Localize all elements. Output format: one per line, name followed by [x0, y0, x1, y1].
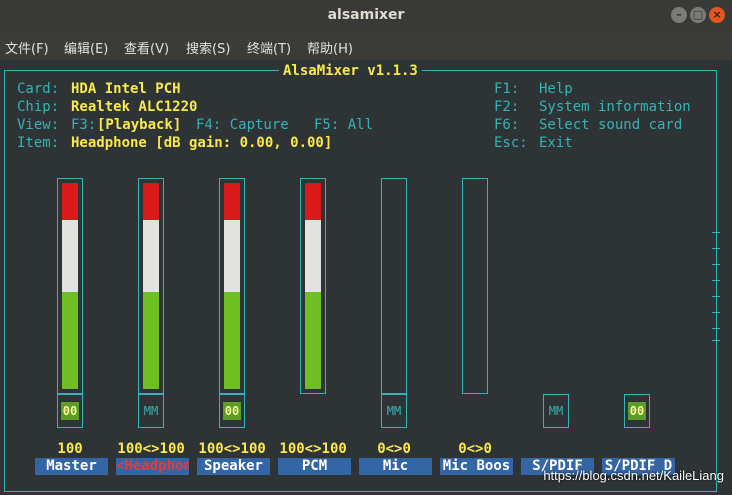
level-bar-peak — [143, 183, 159, 220]
item-label: Item: — [17, 135, 60, 151]
view-playback[interactable]: [Playback] — [97, 116, 181, 134]
help-key-f6: F6: — [494, 117, 520, 133]
level-bar-high — [224, 220, 240, 292]
channel-level-value: 100<>100 — [198, 441, 266, 457]
menu-search[interactable]: 搜索(S) — [186, 38, 230, 57]
level-bar-normal — [305, 292, 321, 389]
scroll-tick — [712, 328, 720, 329]
channel-level-value: 100 — [57, 441, 83, 457]
channel-name[interactable]: Speaker — [197, 458, 270, 475]
terminal-area[interactable]: AlsaMixer v1.1.3 Card: HDA Intel PCH Chi… — [0, 60, 732, 495]
level-bar-normal — [143, 292, 159, 389]
volume-slider[interactable] — [57, 178, 83, 394]
level-bar-normal — [62, 292, 78, 389]
scroll-tick — [712, 296, 720, 297]
mute-switch[interactable]: 00 — [57, 394, 83, 428]
mute-switch[interactable]: MM — [543, 394, 569, 428]
level-bar-high — [143, 220, 159, 292]
channel-name[interactable]: PCM — [278, 458, 351, 475]
help-text-f1: Help — [539, 81, 573, 97]
menu-edit[interactable]: 编辑(E) — [64, 38, 108, 57]
mixer-title: AlsaMixer v1.1.3 — [279, 62, 422, 80]
mute-switch[interactable]: 00 — [219, 394, 245, 428]
mute-switch-state: MM — [143, 404, 159, 418]
channel-level-value: 0<>0 — [377, 441, 411, 457]
mute-switch-state: 00 — [628, 402, 646, 420]
scroll-tick — [712, 312, 720, 313]
level-bar-high — [305, 220, 321, 292]
volume-slider[interactable] — [219, 178, 245, 394]
help-key-f1: F1: — [494, 81, 520, 97]
scroll-tick — [712, 248, 720, 249]
volume-slider[interactable] — [138, 178, 164, 394]
window-titlebar: alsamixer – □ × — [0, 0, 732, 32]
channel-name[interactable]: Mic Boos — [440, 458, 513, 475]
view-f3: F3: — [71, 117, 97, 133]
channel-name[interactable]: <Headphon> — [116, 458, 189, 475]
scroll-tick — [712, 280, 720, 281]
card-value: HDA Intel PCH — [71, 81, 181, 97]
volume-slider[interactable] — [462, 178, 488, 394]
volume-slider[interactable] — [300, 178, 326, 394]
volume-slider[interactable] — [381, 178, 407, 394]
menu-help[interactable]: 帮助(H) — [307, 38, 353, 57]
close-icon[interactable]: × — [709, 7, 725, 23]
channel-level-value: 100<>100 — [117, 441, 185, 457]
scroll-tick — [712, 340, 720, 341]
menu-file[interactable]: 文件(F) — [5, 38, 49, 57]
mute-switch-state: MM — [386, 404, 402, 418]
menu-view[interactable]: 查看(V) — [124, 38, 169, 57]
scroll-tick — [712, 264, 720, 265]
menu-bar: 文件(F) 编辑(E) 查看(V) 搜索(S) 终端(T) 帮助(H) — [0, 32, 732, 60]
help-text-f2: System information — [539, 99, 691, 115]
level-bar-normal — [224, 292, 240, 389]
help-text-f6: Select sound card — [539, 117, 683, 133]
mute-switch[interactable]: 00 — [624, 394, 650, 428]
chip-label: Chip: — [17, 99, 60, 115]
menu-terminal[interactable]: 终端(T) — [247, 38, 291, 57]
watermark: https://blog.csdn.net/KaileLiang — [543, 468, 724, 483]
help-key-esc: Esc: — [494, 135, 528, 151]
channel-level-value: 0<>0 — [458, 441, 492, 457]
mute-switch-state: 00 — [223, 402, 241, 420]
mute-switch-state: MM — [548, 404, 564, 418]
view-capture[interactable]: F4: Capture — [196, 116, 289, 134]
channel-level-value: 100<>100 — [279, 441, 347, 457]
mute-switch[interactable]: MM — [138, 394, 164, 428]
help-text-esc: Exit — [539, 135, 573, 151]
view-all[interactable]: F5: All — [314, 116, 373, 134]
level-bar-peak — [305, 183, 321, 220]
help-key-f2: F2: — [494, 99, 520, 115]
minimize-icon[interactable]: – — [671, 7, 687, 23]
channel-name[interactable]: Master — [35, 458, 108, 475]
level-bar-high — [62, 220, 78, 292]
maximize-icon[interactable]: □ — [690, 7, 706, 23]
level-bar-peak — [62, 183, 78, 220]
item-value: Headphone [dB gain: 0.00, 0.00] — [71, 135, 333, 151]
channel-name[interactable]: Mic — [359, 458, 432, 475]
level-bar-peak — [224, 183, 240, 220]
scroll-tick — [712, 232, 720, 233]
card-label: Card: — [17, 81, 60, 97]
mute-switch[interactable]: MM — [381, 394, 407, 428]
window-title: alsamixer — [327, 7, 405, 23]
chip-value: Realtek ALC1220 — [71, 99, 198, 115]
mute-switch-state: 00 — [61, 402, 79, 420]
view-label: View: — [17, 117, 60, 133]
